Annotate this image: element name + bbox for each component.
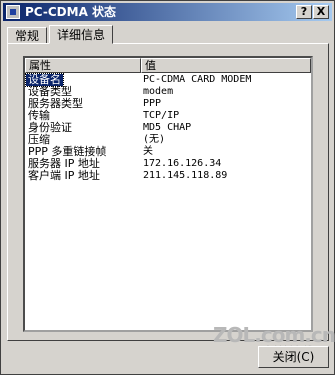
property-value: MD5 CHAP — [143, 122, 192, 133]
window-title: PC-CDMA 状态 — [25, 5, 117, 19]
property-list[interactable]: 属性 值 设备名 PC-CDMA CARD MODEM 设备类型 modem 服… — [23, 56, 313, 332]
property-name: 客户端 IP 地址 — [28, 169, 100, 182]
property-value: 172.16.126.34 — [143, 158, 222, 169]
tab-details[interactable]: 详细信息 — [49, 25, 113, 44]
property-value: 211.145.118.89 — [143, 170, 228, 181]
property-value: TCP/IP — [143, 110, 180, 121]
list-row[interactable]: 服务器类型 PPP — [25, 98, 311, 110]
list-row[interactable]: 客户端 IP 地址 211.145.118.89 — [25, 170, 311, 182]
status-dialog: PC-CDMA 状态 ? X 常规 详细信息 属性 值 设备名 PC-CDMA … — [0, 0, 335, 375]
property-value: (无) — [143, 134, 166, 145]
close-window-button[interactable]: X — [313, 5, 329, 19]
help-button[interactable]: ? — [296, 5, 312, 19]
property-value: PC-CDMA CARD MODEM — [143, 74, 252, 85]
column-header-value[interactable]: 值 — [141, 58, 311, 73]
title-bar[interactable]: PC-CDMA 状态 ? X — [3, 3, 332, 21]
property-value: 关 — [143, 146, 153, 157]
close-button[interactable]: 关闭(C) — [258, 346, 329, 368]
tab-general[interactable]: 常规 — [7, 27, 47, 44]
property-value: PPP — [143, 98, 162, 109]
connection-icon — [6, 5, 20, 19]
column-header-property[interactable]: 属性 — [25, 58, 141, 73]
property-value: modem — [143, 86, 174, 97]
list-row[interactable]: 身份验证 MD5 CHAP — [25, 122, 311, 134]
